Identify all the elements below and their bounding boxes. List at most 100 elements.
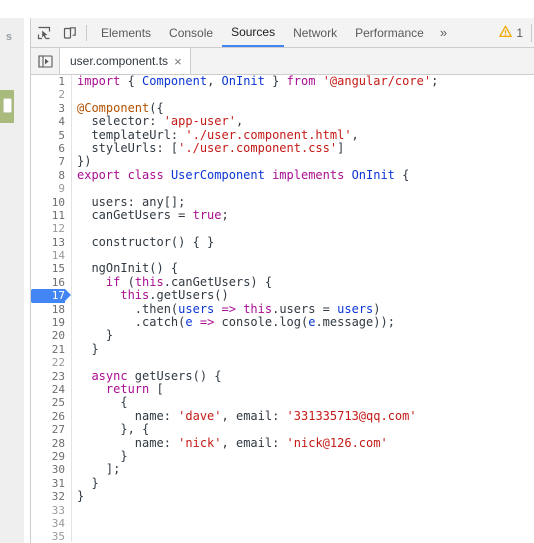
breakpoint-marker[interactable] [65, 289, 71, 302]
line-content: styleUrls: ['./user.component.css'] [77, 141, 344, 155]
code-line[interactable]: 23 async getUsers() { [31, 369, 534, 383]
line-number[interactable]: 23 [31, 370, 65, 383]
code-line[interactable]: 25 { [31, 396, 534, 410]
code-line[interactable]: 28 name: 'nick', email: 'nick@126.com' [31, 436, 534, 450]
code-line[interactable]: 10 users: any[]; [31, 195, 534, 209]
code-line[interactable]: 12 [31, 222, 534, 235]
page-green-badge[interactable] [0, 90, 14, 123]
line-number[interactable]: 4 [31, 115, 65, 128]
tab-network[interactable]: Network [284, 18, 346, 47]
code-line-list: 1 import { Component, OnInit } from '@ang… [31, 75, 534, 542]
line-number[interactable]: 31 [31, 477, 65, 490]
code-line[interactable]: 27 }, { [31, 422, 534, 436]
token: 'dave' [178, 408, 222, 423]
code-line[interactable]: 32} [31, 489, 534, 504]
line-number[interactable]: 25 [31, 396, 65, 409]
line-number[interactable]: 22 [31, 356, 65, 369]
code-line[interactable]: 8 export class UserComponent implements O… [31, 167, 534, 182]
token: export [77, 167, 128, 182]
code-line[interactable]: 7}) [31, 155, 534, 169]
line-number[interactable]: 33 [31, 504, 65, 517]
line-number[interactable]: 10 [31, 196, 65, 209]
code-line[interactable]: 18 .then(users => this.users = users) [31, 301, 534, 316]
tab-sources[interactable]: Sources [222, 18, 285, 47]
line-number[interactable]: 2 [31, 88, 65, 101]
code-line[interactable]: 16 if (this.canGetUsers) { [31, 275, 534, 289]
more-tabs-button[interactable]: » [433, 19, 454, 47]
tab-elements[interactable]: Elements [92, 18, 160, 47]
line-number[interactable]: 8 [31, 169, 65, 182]
code-line[interactable]: 1 import { Component, OnInit } from '@ang… [31, 75, 534, 88]
underlying-page-background: s [0, 0, 30, 543]
tab-console[interactable]: Console [160, 18, 222, 47]
line-number[interactable]: 13 [31, 236, 65, 249]
line-content: this.getUsers() [77, 289, 228, 302]
token: ]; [77, 462, 121, 477]
code-line[interactable]: 20 } [31, 329, 534, 343]
file-tab-user-component-ts[interactable]: user.component.ts × [60, 48, 191, 74]
line-number[interactable]: 14 [31, 249, 65, 262]
code-line[interactable]: 2 [31, 88, 534, 101]
code-line[interactable]: 11 canGetUsers = true; [31, 208, 534, 222]
line-number[interactable]: 15 [31, 262, 65, 275]
line-number[interactable]: 28 [31, 437, 65, 450]
code-line[interactable]: 5 templateUrl: './user.component.html', [31, 128, 534, 142]
token: users [337, 301, 374, 316]
sources-file-tabstrip: user.component.ts × [31, 48, 534, 75]
line-number[interactable]: 29 [31, 450, 65, 463]
line-number[interactable]: 24 [31, 383, 65, 396]
line-number[interactable]: 32 [31, 490, 65, 503]
code-line[interactable]: 3 @Component({ [31, 100, 534, 115]
code-line[interactable]: 26 name: 'dave', email: '331335713@qq.co… [31, 408, 534, 423]
code-line[interactable]: 30 ]; [31, 463, 534, 477]
line-number[interactable]: 18 [31, 303, 65, 316]
code-line[interactable]: 22 [31, 356, 534, 369]
inspect-cursor-icon[interactable] [31, 19, 57, 47]
close-icon[interactable]: × [174, 55, 182, 68]
code-line[interactable]: 24 return [ [31, 382, 534, 396]
line-number[interactable]: 30 [31, 463, 65, 476]
line-content: return [ [77, 382, 164, 396]
code-line[interactable]: 4 selector: 'app-user', [31, 114, 534, 128]
line-number[interactable]: 34 [31, 517, 65, 530]
code-line[interactable]: 15 ngOnInit() { [31, 262, 534, 276]
token: ({ [149, 100, 164, 115]
line-number[interactable]: 26 [31, 410, 65, 423]
code-line[interactable]: 21 } [31, 342, 534, 356]
line-number[interactable]: 12 [31, 222, 65, 235]
token: { [127, 75, 143, 88]
line-number[interactable]: 19 [31, 316, 65, 329]
line-number[interactable]: 3 [31, 102, 65, 115]
line-number[interactable]: 9 [31, 182, 65, 195]
code-line[interactable]: 14 [31, 249, 534, 262]
line-content: ]; [77, 463, 120, 476]
line-number[interactable]: 1 [31, 75, 65, 88]
line-content: } [77, 476, 98, 490]
warning-indicator[interactable]: 1 [499, 25, 531, 41]
device-toolbar-icon[interactable] [57, 19, 83, 47]
code-line[interactable]: 17 this.getUsers() [31, 289, 534, 303]
line-number[interactable]: 5 [31, 129, 65, 142]
line-number[interactable]: 7 [31, 155, 65, 168]
line-number[interactable]: 27 [31, 423, 65, 436]
show-navigator-icon[interactable] [31, 48, 60, 74]
code-line[interactable]: 34 [31, 517, 534, 530]
code-line[interactable]: 19 .catch(e => console.log(e.message)); [31, 315, 534, 329]
token: } [77, 489, 85, 504]
code-line[interactable]: 9 [31, 182, 534, 195]
code-line[interactable]: 31 } [31, 476, 534, 490]
code-line[interactable]: 6 styleUrls: ['./user.component.css'] [31, 141, 534, 155]
code-line[interactable]: 29 } [31, 449, 534, 463]
source-code-editor[interactable]: 1 import { Component, OnInit } from '@ang… [31, 75, 534, 542]
line-number[interactable]: 35 [31, 530, 65, 542]
line-number[interactable]: 16 [31, 276, 65, 289]
line-number[interactable]: 11 [31, 209, 65, 222]
code-line[interactable]: 33 [31, 504, 534, 517]
code-line[interactable]: 35 [31, 530, 534, 542]
code-line[interactable]: 13 constructor() { } [31, 235, 534, 249]
line-number[interactable]: 6 [31, 142, 65, 155]
line-number[interactable]: 21 [31, 343, 65, 356]
tab-performance[interactable]: Performance [346, 18, 433, 47]
line-number[interactable]: 20 [31, 329, 65, 342]
line-number[interactable]: 17 [31, 289, 65, 303]
